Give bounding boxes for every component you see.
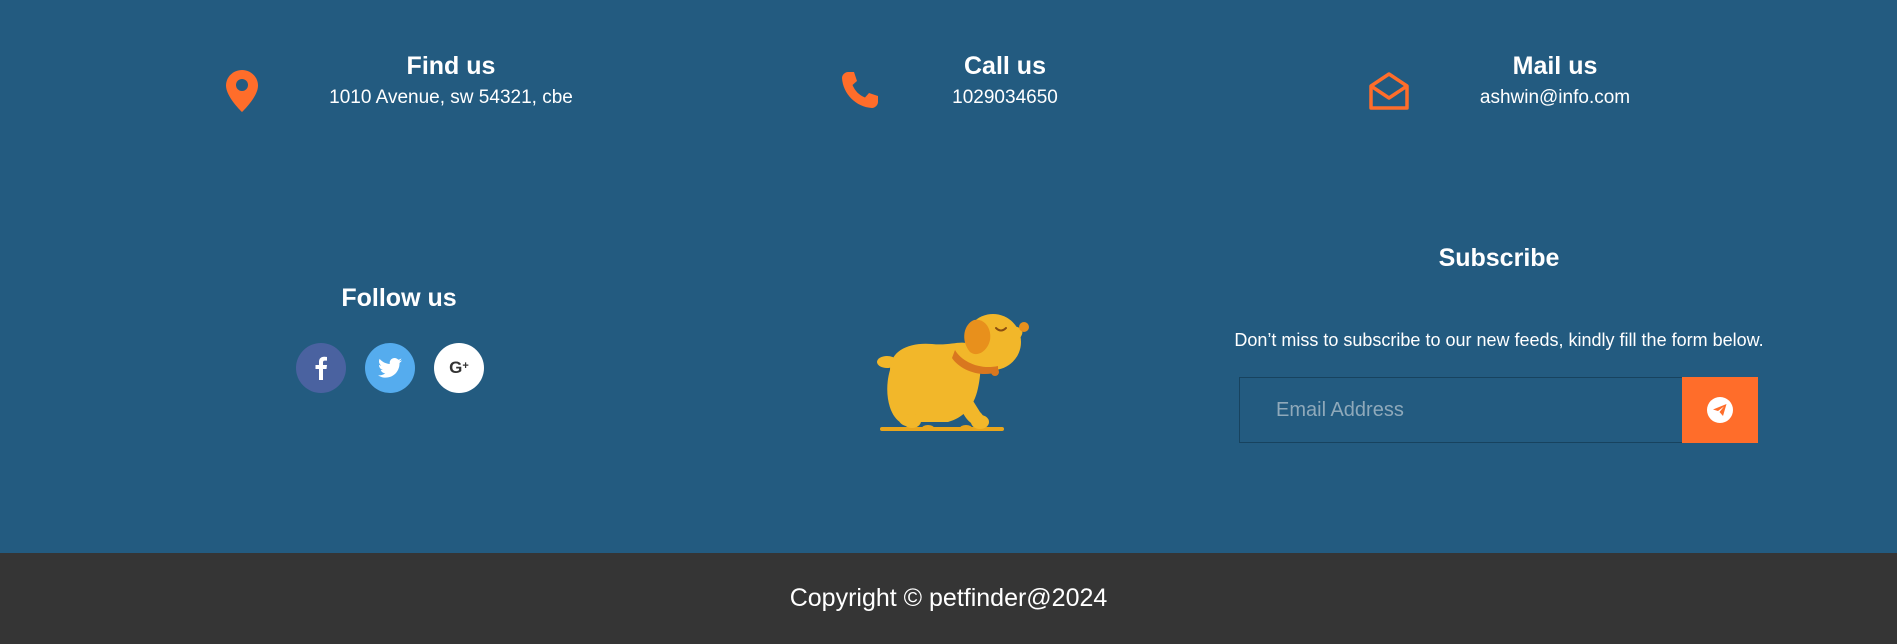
envelope-open-icon: [1368, 71, 1410, 116]
dog-illustration: [877, 314, 1029, 431]
contact-value: 1029034650: [952, 87, 1058, 108]
contact-title: Find us: [406, 52, 496, 80]
twitter-icon: [378, 358, 402, 378]
email-field-wrapper: [1239, 377, 1684, 443]
subscribe-text: Don’t miss to subscribe to our new feeds…: [1234, 330, 1764, 350]
paper-plane-icon: [1707, 397, 1733, 423]
contact-value: 1010 Avenue, sw 54321, cbe: [329, 87, 573, 108]
google-plus-link[interactable]: G+: [434, 343, 484, 393]
contact-title: Mail us: [1512, 52, 1598, 80]
follow-us-title: Follow us: [341, 284, 457, 312]
contact-title: Call us: [964, 52, 1046, 80]
twitter-link[interactable]: [365, 343, 415, 393]
google-plus-icon: G+: [449, 358, 469, 377]
copyright-bar: Copyright © petfinder@2024: [0, 553, 1897, 644]
copyright-text: Copyright © petfinder@2024: [789, 584, 1108, 612]
facebook-icon: [315, 356, 327, 380]
contact-value[interactable]: ashwin@info.com: [1480, 87, 1630, 109]
phone-icon: [840, 70, 880, 115]
facebook-link[interactable]: [296, 343, 346, 393]
subscribe-title: Subscribe: [1438, 244, 1560, 272]
subscribe-form: [1239, 377, 1758, 443]
subscribe-button[interactable]: [1682, 377, 1758, 443]
footer-main: Find us 1010 Avenue, sw 54321, cbe Call …: [0, 0, 1897, 553]
map-pin-icon: [226, 70, 258, 117]
email-field[interactable]: [1240, 378, 1683, 442]
